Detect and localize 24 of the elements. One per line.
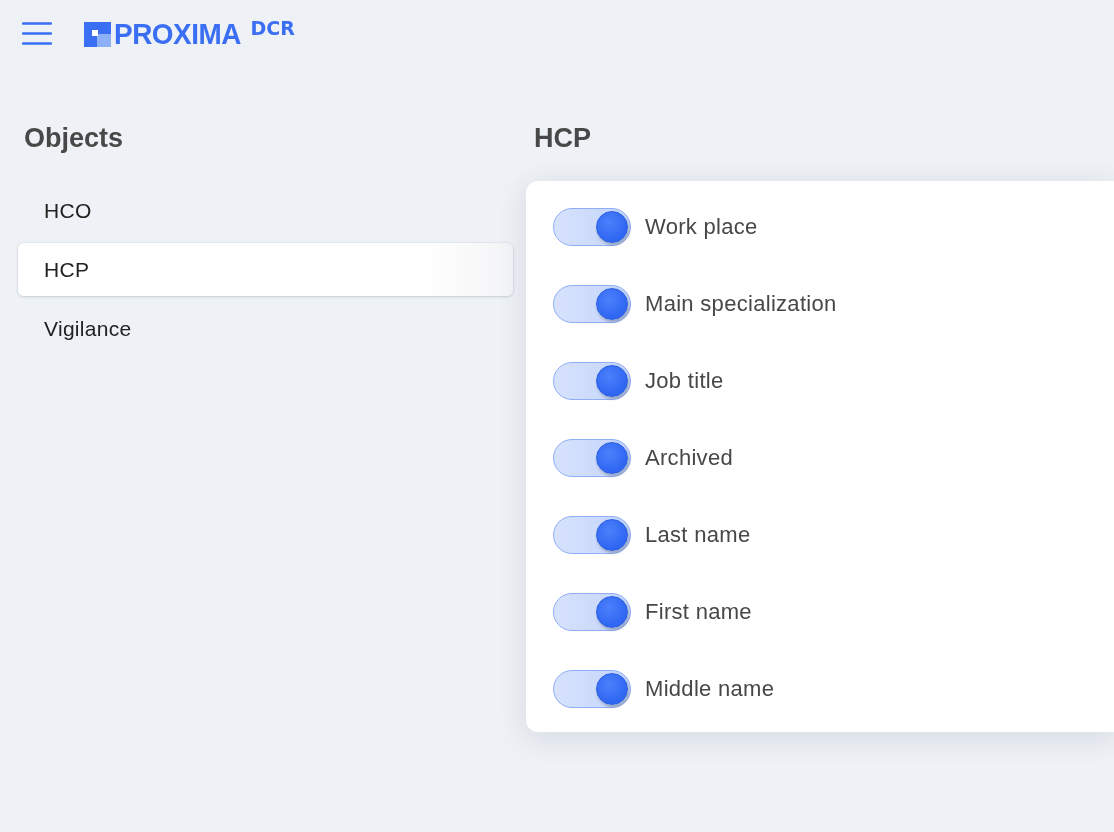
- sidebar-item[interactable]: HCP: [18, 243, 513, 296]
- toggle-switch[interactable]: [553, 208, 631, 246]
- toggle-switch[interactable]: [553, 670, 631, 708]
- sidebar-item[interactable]: HCO: [18, 184, 513, 237]
- toggle-label: Archived: [645, 445, 733, 471]
- toggle-switch[interactable]: [553, 285, 631, 323]
- toggle-switch[interactable]: [553, 362, 631, 400]
- brand-name: PROXIMA: [114, 21, 241, 47]
- toggle-switch[interactable]: [553, 516, 631, 554]
- product-name: DCR: [250, 17, 295, 39]
- panel-title: HCP: [534, 122, 592, 155]
- menu-icon: [22, 21, 52, 45]
- toggle-label: Last name: [645, 522, 751, 548]
- sidebar-item[interactable]: Vigilance: [18, 302, 513, 355]
- toggle-label: Middle name: [645, 676, 775, 702]
- toggle-label: First name: [645, 599, 752, 625]
- sidebar-title: Objects: [24, 122, 125, 155]
- toggle-switch[interactable]: [553, 439, 631, 477]
- toggle-label: Main specialization: [645, 291, 837, 317]
- logo-icon: [84, 21, 111, 47]
- menu-button[interactable]: [22, 21, 52, 45]
- toggle-label: Job title: [645, 368, 724, 394]
- toggle-label: Work place: [645, 214, 758, 240]
- toggle-switch[interactable]: [553, 593, 631, 631]
